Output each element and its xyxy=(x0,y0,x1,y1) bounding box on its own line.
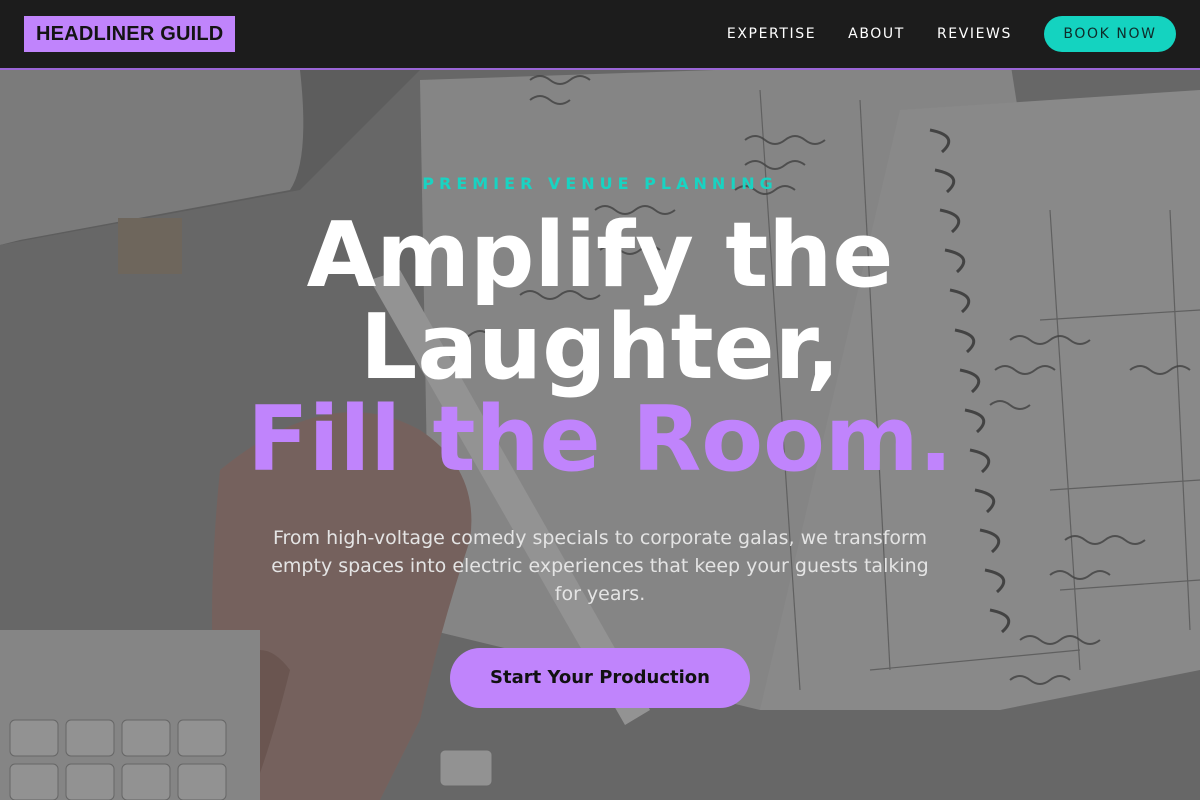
brand-logo[interactable]: HEADLINER GUILD xyxy=(24,16,236,52)
hero-description: From high-voltage comedy specials to cor… xyxy=(271,527,929,605)
headline-line-3: Fill the Room. xyxy=(247,387,953,492)
headline-line-2: Laughter, xyxy=(359,295,841,400)
landing-page: HEADLINER GUILD EXPERTISE ABOUT REVIEWS … xyxy=(0,0,1200,800)
hero-section: PREMIER VENUE PLANNING Amplify the Laugh… xyxy=(0,70,1200,800)
start-production-button[interactable]: Start Your Production xyxy=(450,648,750,708)
headline-line-1: Amplify the xyxy=(306,203,894,308)
nav-link-reviews[interactable]: REVIEWS xyxy=(937,26,1012,42)
main-nav: EXPERTISE ABOUT REVIEWS BOOK NOW xyxy=(727,16,1176,52)
hero-headline: Amplify the Laughter, Fill the Room. xyxy=(0,210,1200,486)
hero-eyebrow: PREMIER VENUE PLANNING xyxy=(422,174,778,193)
nav-link-about[interactable]: ABOUT xyxy=(848,26,905,42)
nav-link-expertise[interactable]: EXPERTISE xyxy=(727,26,816,42)
top-navigation-bar: HEADLINER GUILD EXPERTISE ABOUT REVIEWS … xyxy=(0,0,1200,70)
book-now-button[interactable]: BOOK NOW xyxy=(1044,16,1176,52)
